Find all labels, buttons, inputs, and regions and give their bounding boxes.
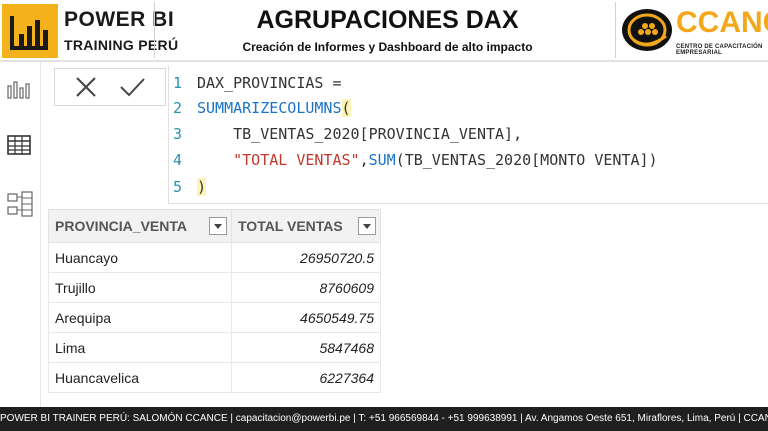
table-cell: 4650549.75 bbox=[231, 302, 381, 333]
table-cell: 8760609 bbox=[231, 272, 381, 303]
code-line: 4 "TOTAL VENTAS",SUM(TB_VENTAS_2020[MONT… bbox=[169, 148, 658, 172]
table-row: Trujillo 8760609 bbox=[48, 272, 381, 303]
code-function: SUM bbox=[368, 151, 396, 169]
line-number: 4 bbox=[173, 151, 183, 169]
table-cell: Trujillo bbox=[48, 272, 232, 303]
line-number: 3 bbox=[173, 125, 183, 143]
code-paren: ) bbox=[197, 178, 207, 196]
table-cell: 5847468 bbox=[231, 332, 381, 363]
checkmark-icon[interactable] bbox=[117, 72, 147, 102]
table-cell: 6227364 bbox=[231, 362, 381, 393]
column-header-label: PROVINCIA_VENTA bbox=[55, 218, 187, 234]
filter-dropdown-icon[interactable] bbox=[209, 217, 227, 235]
report-view-icon[interactable] bbox=[6, 78, 32, 105]
code-line: 5) bbox=[169, 175, 207, 199]
filter-dropdown-icon[interactable] bbox=[358, 217, 376, 235]
header-divider bbox=[615, 2, 616, 58]
power-bi-logo bbox=[2, 4, 58, 58]
table-cell: Huancavelica bbox=[48, 362, 232, 393]
line-number: 5 bbox=[173, 178, 183, 196]
table-row: Arequipa 4650549.75 bbox=[48, 302, 381, 333]
code-string: "TOTAL VENTAS" bbox=[233, 151, 360, 169]
header-banner: POWER BI TRAINING PERÚ AGRUPACIONES DAX … bbox=[0, 0, 768, 62]
code-text: TB_VENTAS_2020[PROVINCIA_VENTA], bbox=[233, 125, 523, 143]
line-number: 1 bbox=[173, 74, 183, 92]
column-header-label: TOTAL VENTAS bbox=[238, 218, 343, 234]
footer-bar: POWER BI TRAINER PERÚ: SALOMÓN CCANCE | … bbox=[0, 407, 768, 431]
view-rail bbox=[0, 62, 41, 407]
logo-title: POWER BI bbox=[64, 8, 175, 31]
page-subtitle: Creación de Informes y Dashboard de alto… bbox=[242, 40, 533, 54]
table-row: Huancayo 26950720.5 bbox=[48, 242, 381, 273]
code-line: 2 SUMMARIZECOLUMNS( bbox=[169, 96, 351, 120]
close-icon[interactable] bbox=[71, 72, 101, 102]
table-row: Huancavelica 6227364 bbox=[48, 362, 381, 393]
code-text: (TB_VENTAS_2020[MONTO VENTA]) bbox=[395, 151, 658, 169]
code-line: 1 DAX_PROVINCIAS = bbox=[169, 71, 342, 95]
code-line: 3 TB_VENTAS_2020[PROVINCIA_VENTA], bbox=[169, 122, 522, 146]
table-row: Lima 5847468 bbox=[48, 332, 381, 363]
column-header-total-ventas[interactable]: TOTAL VENTAS bbox=[231, 209, 381, 243]
code-text: , bbox=[359, 151, 369, 169]
table-header-row: PROVINCIA_VENTA TOTAL VENTAS bbox=[48, 209, 381, 243]
dax-formula-editor[interactable]: 1 DAX_PROVINCIAS = 2 SUMMARIZECOLUMNS( 3 T… bbox=[168, 66, 768, 204]
page-title: AGRUPACIONES DAX bbox=[256, 6, 519, 34]
model-view-icon[interactable] bbox=[6, 190, 34, 223]
result-table: PROVINCIA_VENTA TOTAL VENTAS Huancayo 26… bbox=[48, 209, 381, 393]
table-cell: Lima bbox=[48, 332, 232, 363]
code-text: DAX_PROVINCIAS = bbox=[197, 74, 342, 92]
table-cell: Arequipa bbox=[48, 302, 232, 333]
table-cell: Huancayo bbox=[48, 242, 232, 273]
code-function: SUMMARIZECOLUMNS bbox=[197, 99, 342, 117]
header-divider bbox=[154, 2, 155, 58]
brand-tagline: CENTRO DE CAPACITACIÓN EMPRESARIAL bbox=[676, 44, 763, 56]
brand-name: CCANCE bbox=[676, 6, 768, 39]
table-cell: 26950720.5 bbox=[231, 242, 381, 273]
line-number: 2 bbox=[173, 99, 183, 117]
formula-bar-actions bbox=[54, 68, 166, 106]
column-header-provincia[interactable]: PROVINCIA_VENTA bbox=[48, 209, 232, 243]
data-view-icon[interactable] bbox=[6, 134, 32, 161]
code-paren: ( bbox=[341, 99, 351, 117]
ccance-logo-icon bbox=[620, 6, 674, 59]
